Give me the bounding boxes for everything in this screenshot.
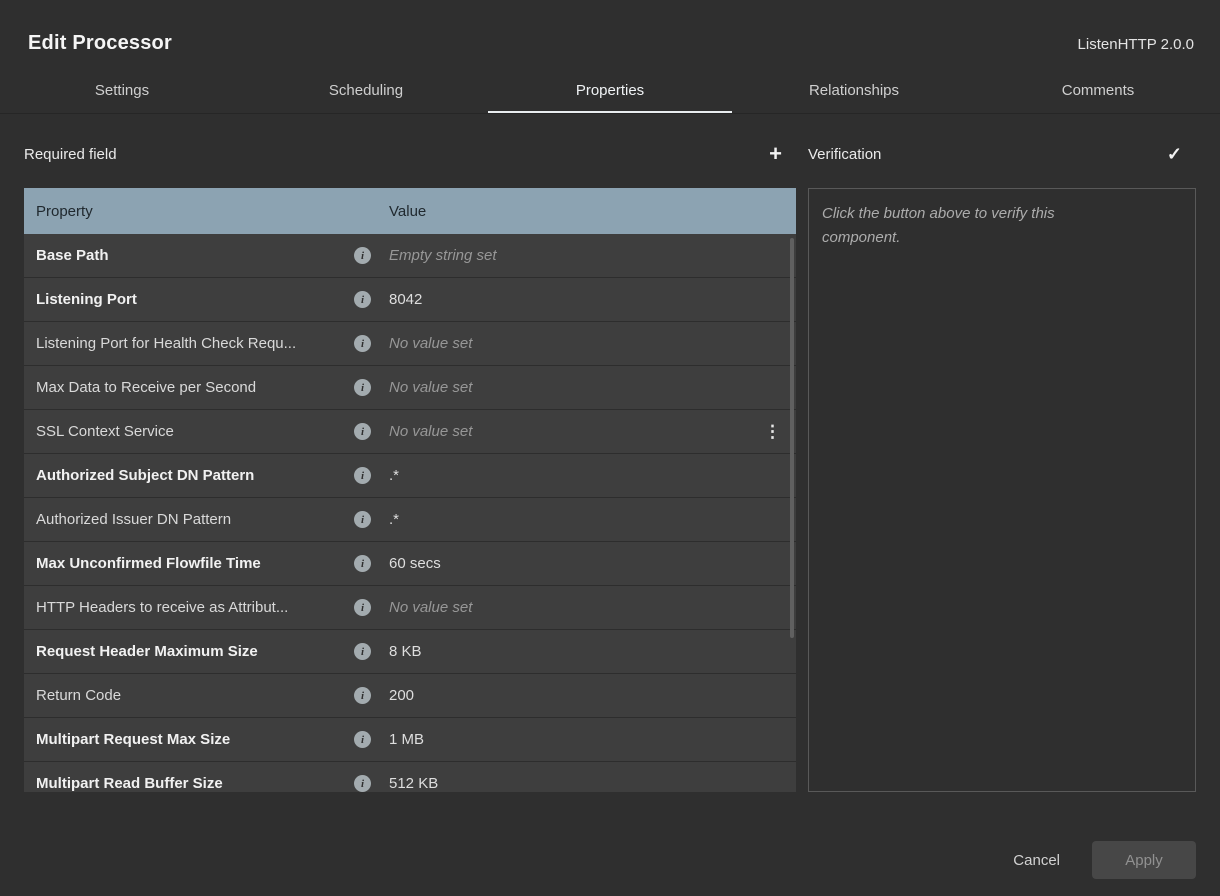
- dialog-title: Edit Processor: [28, 32, 172, 55]
- check-icon: ✓: [1167, 144, 1182, 164]
- table-row[interactable]: HTTP Headers to receive as Attribut...i N…: [24, 586, 796, 630]
- dialog-header: Edit Processor ListenHTTP 2.0.0: [0, 0, 1220, 55]
- property-value: Empty string set: [389, 247, 784, 264]
- tab-bar: SettingsSchedulingPropertiesRelationship…: [0, 71, 1220, 114]
- info-icon[interactable]: i: [354, 379, 371, 396]
- verification-label: Verification: [808, 146, 881, 163]
- table-header-row: Property Value: [24, 188, 796, 234]
- table-row[interactable]: Multipart Read Buffer Sizei 512 KB: [24, 762, 796, 792]
- verification-message: Click the button above to verify this co…: [822, 202, 1130, 250]
- info-icon[interactable]: i: [354, 291, 371, 308]
- table-row[interactable]: Listening Port for Health Check Requ...i…: [24, 322, 796, 366]
- property-name: Multipart Request Max Size: [36, 731, 354, 748]
- info-icon[interactable]: i: [354, 247, 371, 264]
- processor-version: ListenHTTP 2.0.0: [1078, 36, 1194, 53]
- tab-properties[interactable]: Properties: [488, 71, 732, 113]
- properties-table: Property Value Base PathiEmpty string se…: [24, 188, 796, 792]
- table-row[interactable]: Request Header Maximum Sizei 8 KB: [24, 630, 796, 674]
- info-icon[interactable]: i: [354, 687, 371, 704]
- tab-settings[interactable]: Settings: [0, 71, 244, 113]
- dialog-content: Required field + Property Value Base Pat…: [0, 114, 1220, 792]
- tab-scheduling[interactable]: Scheduling: [244, 71, 488, 113]
- info-icon[interactable]: i: [354, 599, 371, 616]
- tab-comments[interactable]: Comments: [976, 71, 1220, 113]
- table-body: Base PathiEmpty string setListening Port…: [24, 234, 796, 792]
- property-value: No value set: [389, 423, 761, 440]
- property-name: Return Code: [36, 687, 354, 704]
- cancel-button[interactable]: Cancel: [1009, 844, 1064, 877]
- verify-button[interactable]: ✓: [1167, 145, 1182, 163]
- property-name: Listening Port: [36, 291, 354, 308]
- property-name: Authorized Subject DN Pattern: [36, 467, 354, 484]
- tab-relationships[interactable]: Relationships: [732, 71, 976, 113]
- property-value: 60 secs: [389, 555, 784, 572]
- property-name: Request Header Maximum Size: [36, 643, 354, 660]
- plus-icon: +: [769, 141, 782, 166]
- property-value: 200: [389, 687, 784, 704]
- table-row[interactable]: Max Unconfirmed Flowfile Timei 60 secs: [24, 542, 796, 586]
- row-menu-icon[interactable]: ⋮: [761, 422, 784, 442]
- property-name: Multipart Read Buffer Size: [36, 775, 354, 792]
- column-header-value[interactable]: Value: [389, 203, 784, 220]
- property-value: .*: [389, 467, 784, 484]
- property-name: Base Path: [36, 247, 354, 264]
- table-row[interactable]: Authorized Issuer DN Patterni .*: [24, 498, 796, 542]
- table-row[interactable]: Max Data to Receive per Secondi No value …: [24, 366, 796, 410]
- verification-panel: Click the button above to verify this co…: [808, 188, 1196, 792]
- table-row[interactable]: Base Pathi Empty string set: [24, 234, 796, 278]
- verification-section-header: Verification ✓: [808, 142, 1196, 166]
- table-row[interactable]: SSL Context Servicei No value set⋮: [24, 410, 796, 454]
- info-icon[interactable]: i: [354, 775, 371, 792]
- property-value: 512 KB: [389, 775, 784, 792]
- info-icon[interactable]: i: [354, 731, 371, 748]
- property-value: 1 MB: [389, 731, 784, 748]
- apply-button[interactable]: Apply: [1092, 841, 1196, 879]
- property-name: SSL Context Service: [36, 423, 354, 440]
- table-scrollbar[interactable]: [790, 238, 794, 638]
- info-icon[interactable]: i: [354, 643, 371, 660]
- property-name: Max Data to Receive per Second: [36, 379, 354, 396]
- verification-column: Verification ✓ Click the button above to…: [808, 114, 1196, 792]
- info-icon[interactable]: i: [354, 423, 371, 440]
- required-field-label: Required field: [24, 146, 117, 163]
- properties-section-header: Required field +: [24, 142, 796, 166]
- add-property-button[interactable]: +: [769, 143, 782, 165]
- table-row[interactable]: Authorized Subject DN Patterni .*: [24, 454, 796, 498]
- property-value: No value set: [389, 379, 784, 396]
- info-icon[interactable]: i: [354, 467, 371, 484]
- table-row[interactable]: Multipart Request Max Sizei 1 MB: [24, 718, 796, 762]
- property-value: .*: [389, 511, 784, 528]
- info-icon[interactable]: i: [354, 555, 371, 572]
- property-value: No value set: [389, 599, 784, 616]
- property-value: 8 KB: [389, 643, 784, 660]
- table-row[interactable]: Return Codei 200: [24, 674, 796, 718]
- property-value: No value set: [389, 335, 784, 352]
- dialog-footer: Cancel Apply: [1009, 841, 1196, 879]
- column-header-property[interactable]: Property: [36, 203, 389, 220]
- edit-processor-dialog: Edit Processor ListenHTTP 2.0.0 Settings…: [0, 0, 1220, 896]
- property-name: HTTP Headers to receive as Attribut...: [36, 599, 354, 616]
- info-icon[interactable]: i: [354, 511, 371, 528]
- property-name: Listening Port for Health Check Requ...: [36, 335, 354, 352]
- info-icon[interactable]: i: [354, 335, 371, 352]
- property-name: Authorized Issuer DN Pattern: [36, 511, 354, 528]
- property-name: Max Unconfirmed Flowfile Time: [36, 555, 354, 572]
- properties-column: Required field + Property Value Base Pat…: [24, 114, 796, 792]
- property-value: 8042: [389, 291, 784, 308]
- table-row[interactable]: Listening Porti 8042: [24, 278, 796, 322]
